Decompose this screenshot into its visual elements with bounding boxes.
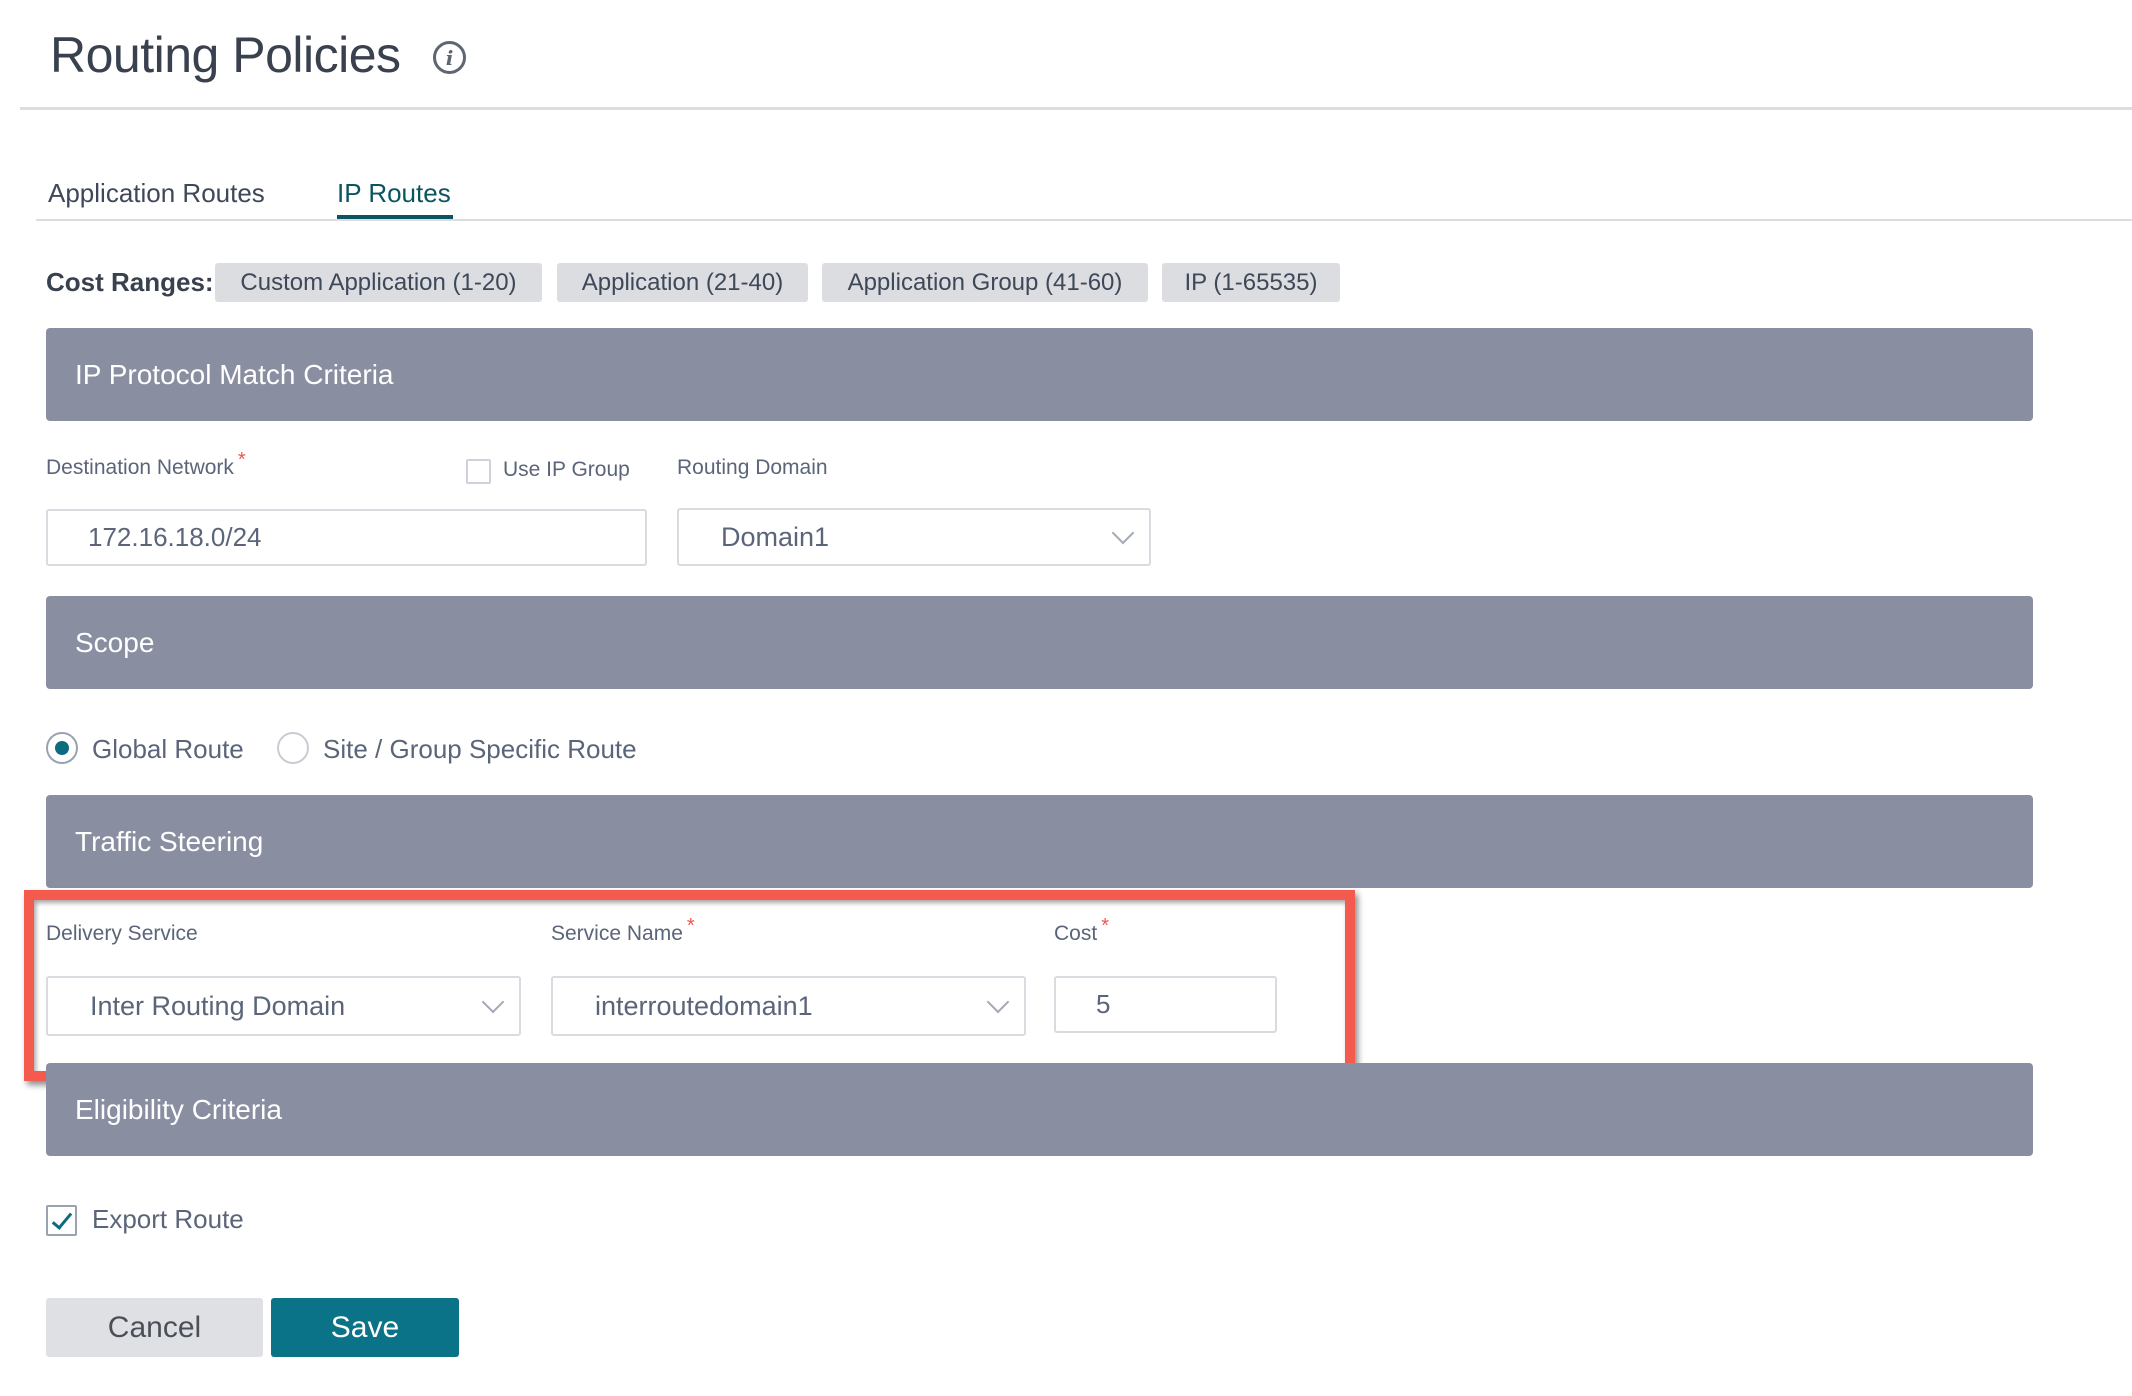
use-ip-group-label: Use IP Group <box>503 458 630 481</box>
input-value: 172.16.18.0/24 <box>88 522 262 552</box>
chevron-down-icon <box>1111 521 1135 545</box>
use-ip-group-checkbox[interactable] <box>466 459 491 484</box>
chevron-down-icon <box>986 990 1010 1014</box>
section-title: Scope <box>75 626 155 658</box>
routing-domain-select[interactable]: Domain1 <box>677 508 1151 566</box>
global-route-radio[interactable] <box>46 732 78 764</box>
section-header-traffic-steering: Traffic Steering <box>46 795 2033 888</box>
cancel-button[interactable]: Cancel <box>46 1298 263 1357</box>
site-group-route-radio[interactable] <box>277 732 309 764</box>
chevron-down-icon <box>481 990 505 1014</box>
save-button[interactable]: Save <box>271 1298 459 1357</box>
cost-label: Cost * <box>1054 915 1109 946</box>
required-marker: * <box>237 449 246 471</box>
delivery-service-label: Delivery Service <box>46 922 198 945</box>
destination-network-label: Destination Network * <box>46 449 246 480</box>
cost-chip-ip: IP (1-65535) <box>1162 263 1340 302</box>
cost-input[interactable]: 5 <box>1054 976 1277 1033</box>
routing-domain-label: Routing Domain <box>677 456 828 479</box>
select-value: Domain1 <box>721 521 830 552</box>
cost-chip-custom-application: Custom Application (1-20) <box>215 263 542 302</box>
title-divider <box>20 107 2132 110</box>
label-text: Cost <box>1054 922 1098 945</box>
destination-network-input[interactable]: 172.16.18.0/24 <box>46 509 647 566</box>
section-header-scope: Scope <box>46 596 2033 689</box>
cost-ranges-label: Cost Ranges: <box>46 267 214 297</box>
cost-chip-application: Application (21-40) <box>557 263 808 302</box>
select-value: interroutedomain1 <box>595 990 813 1021</box>
active-tab-indicator <box>337 215 453 219</box>
section-header-ip-protocol: IP Protocol Match Criteria <box>46 328 2033 421</box>
service-name-label: Service Name * <box>551 915 695 946</box>
site-group-route-label: Site / Group Specific Route <box>323 734 637 764</box>
label-text: Destination Network <box>46 456 234 479</box>
section-title: Traffic Steering <box>75 825 264 857</box>
cost-chip-application-group: Application Group (41-60) <box>822 263 1148 302</box>
label-text: Service Name <box>551 922 683 945</box>
section-title: Eligibility Criteria <box>75 1093 282 1125</box>
delivery-service-select[interactable]: Inter Routing Domain <box>46 976 521 1036</box>
export-route-label: Export Route <box>92 1204 244 1234</box>
section-title: IP Protocol Match Criteria <box>75 358 394 390</box>
tab-ip-routes[interactable]: IP Routes <box>337 178 451 209</box>
page-title: Routing Policies <box>50 27 401 83</box>
radio-selected-dot <box>55 741 69 755</box>
service-name-select[interactable]: interroutedomain1 <box>551 976 1026 1036</box>
export-route-checkbox[interactable] <box>46 1205 77 1236</box>
section-header-eligibility: Eligibility Criteria <box>46 1063 2033 1156</box>
select-value: Inter Routing Domain <box>90 990 346 1021</box>
required-marker: * <box>686 915 695 937</box>
required-marker: * <box>1101 915 1109 937</box>
checkmark-icon <box>51 1208 73 1230</box>
global-route-label: Global Route <box>92 734 244 764</box>
info-icon[interactable]: i <box>433 41 466 74</box>
tabs-divider <box>36 219 2132 221</box>
tab-application-routes[interactable]: Application Routes <box>48 178 265 209</box>
input-value: 5 <box>1096 989 1111 1019</box>
